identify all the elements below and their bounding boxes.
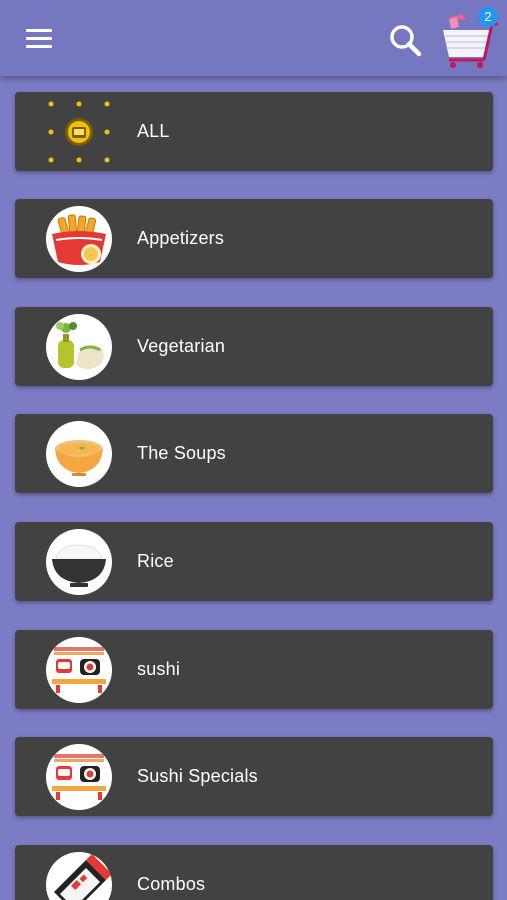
category-label: Rice	[137, 551, 174, 571]
combo-box-icon	[46, 852, 112, 900]
category-label: The Soups	[137, 443, 226, 463]
category-label: ALL	[137, 121, 170, 141]
category-card-sushi-specials[interactable]: Sushi Specials	[15, 737, 493, 816]
category-card-rice[interactable]: Rice	[15, 522, 493, 601]
soup-bowl-icon	[46, 421, 112, 487]
category-label: Sushi Specials	[137, 766, 258, 786]
category-card-vegetarian[interactable]: Vegetarian	[15, 307, 493, 386]
search-button[interactable]	[386, 22, 426, 58]
appetizers-icon	[46, 206, 112, 272]
menu-button[interactable]	[22, 24, 58, 54]
app-bar	[0, 0, 507, 76]
sushi-icon	[46, 637, 112, 703]
sushi-icon	[46, 744, 112, 810]
cart-count-badge: 2	[478, 7, 498, 27]
all-categories-icon	[46, 99, 112, 165]
category-card-the-soups[interactable]: The Soups	[15, 414, 493, 493]
category-card-appetizers[interactable]: Appetizers	[15, 199, 493, 278]
search-icon	[390, 25, 422, 57]
category-label: Vegetarian	[137, 336, 226, 356]
vegetarian-icon	[46, 314, 112, 380]
menu-bar-line	[26, 29, 52, 32]
category-label: sushi	[137, 659, 181, 679]
category-label: Combos	[137, 874, 206, 894]
category-card-all[interactable]: ALL	[15, 92, 493, 171]
category-card-sushi[interactable]: sushi	[15, 630, 493, 709]
menu-bar-line	[26, 45, 52, 48]
menu-bar-line	[26, 37, 52, 40]
category-label: Appetizers	[137, 228, 225, 248]
rice-bowl-icon	[46, 529, 112, 595]
category-card-combos[interactable]: Combos	[15, 845, 493, 900]
